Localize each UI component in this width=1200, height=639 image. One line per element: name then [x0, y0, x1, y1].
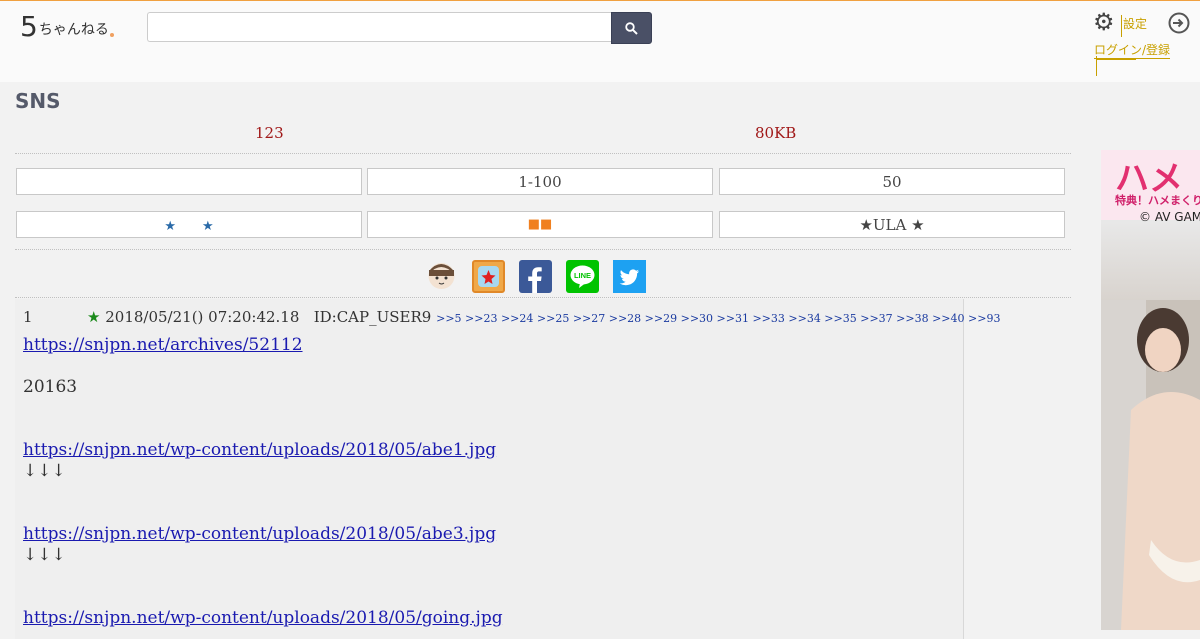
nav-button-1-100[interactable]: 1-100	[367, 168, 713, 195]
settings-bracket	[1121, 15, 1122, 37]
divider	[15, 297, 1071, 298]
reply-refs[interactable]: >>5 >>23 >>24 >>25 >>27 >>28 >>29 >>30 >…	[436, 312, 1000, 325]
twitter-icon[interactable]	[613, 260, 646, 293]
thread-title: SNS	[15, 89, 61, 113]
post-link[interactable]: https://snjpn.net/archives/52112	[23, 335, 303, 355]
post-link[interactable]: https://snjpn.net/wp-content/uploads/201…	[23, 524, 496, 544]
nav-button-stars[interactable]: ★ ★	[16, 211, 362, 238]
svg-text:LINE: LINE	[574, 271, 591, 280]
post-1: 1 ★ 2018/05/21() 07:20:42.18 ID:CAP_USER9…	[15, 299, 1000, 639]
res-count: 123	[255, 124, 284, 142]
post-meta: 1 ★ 2018/05/21() 07:20:42.18 ID:CAP_USER9…	[23, 308, 1000, 326]
nav-button-squares[interactable]: ■■	[367, 211, 713, 238]
post-id[interactable]: ID:CAP_USER9	[314, 308, 432, 326]
nav-squares-text: ■■	[527, 217, 553, 232]
share-bar: LINE	[425, 260, 660, 293]
bookmark-icon[interactable]	[472, 260, 505, 293]
site-logo[interactable]: 5 ちゃんねる	[20, 11, 114, 41]
post-text: 20163	[23, 377, 78, 397]
header: 5 ちゃんねる ⚙ 設定 ログイン/登録	[0, 0, 1200, 82]
settings-bracket-foot	[1096, 59, 1136, 60]
post-link[interactable]: https://snjpn.net/wp-content/uploads/201…	[23, 608, 503, 628]
logo-kana: ちゃんねる	[38, 22, 109, 38]
logo-five: 5	[20, 10, 38, 43]
login-register-label[interactable]: ログイン/登録	[1094, 41, 1171, 59]
arrows-text: ↓↓↓	[23, 461, 66, 481]
settings-label[interactable]: 設定	[1123, 15, 1147, 32]
ad-copyright: © AV GAM	[1139, 210, 1200, 224]
5ch-avatar-icon[interactable]	[425, 260, 458, 293]
nav-stars-text: ★ ★	[164, 219, 214, 234]
post-date: 2018/05/21() 07:20:42.18	[105, 308, 300, 326]
nav-button-ula[interactable]: ★ULA ★	[719, 211, 1065, 238]
thread-size: 80KB	[755, 124, 797, 142]
arrows-text: ↓↓↓	[23, 545, 66, 565]
search-button[interactable]	[611, 12, 652, 44]
search-input[interactable]	[147, 12, 611, 42]
gear-icon[interactable]: ⚙	[1093, 9, 1115, 35]
post-number[interactable]: 1	[23, 308, 87, 326]
nav-button-latest-50[interactable]: 50	[719, 168, 1065, 195]
nav-button-all[interactable]	[16, 168, 362, 195]
line-icon[interactable]: LINE	[566, 260, 599, 293]
nav-ula-text: ★ULA ★	[859, 215, 925, 234]
ad-caption: 特典！ハメまくり	[1115, 194, 1200, 207]
ad-banner[interactable]: ハメ 特典！ハメまくり © AV GAM	[1101, 150, 1200, 630]
logout-icon[interactable]	[1167, 11, 1191, 35]
post-link[interactable]: https://snjpn.net/wp-content/uploads/201…	[23, 440, 496, 460]
post-body: https://snjpn.net/archives/52112 20163 h…	[23, 335, 503, 629]
divider	[15, 249, 1071, 250]
search-icon	[625, 21, 638, 35]
divider	[15, 153, 1071, 154]
facebook-icon[interactable]	[519, 260, 552, 293]
logo-dot	[109, 33, 114, 37]
green-star-icon: ★	[87, 308, 101, 326]
